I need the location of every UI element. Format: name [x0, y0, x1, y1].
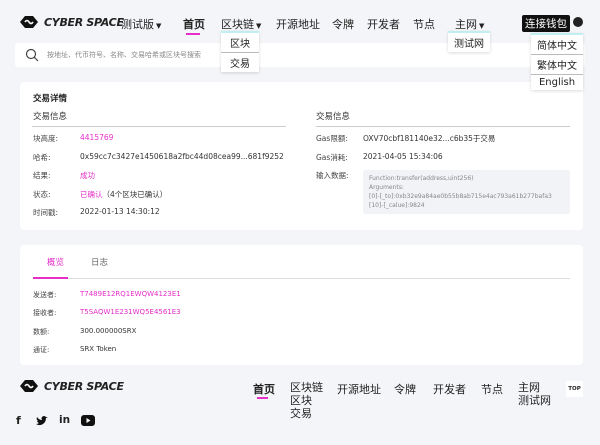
gas-limit-label: Gas限额: [316, 134, 348, 143]
sender-link[interactable]: T7489E12RQ1EWQW4123E1 [80, 290, 181, 298]
tab-indicator [33, 277, 68, 279]
nav-open-source[interactable]: 开源地址 [276, 16, 320, 32]
timestamp-value: 2022-01-13 14:30:12 [80, 207, 160, 216]
nav-mainnet[interactable]: 主网 ▼ [455, 16, 484, 32]
globe-icon[interactable] [573, 17, 583, 27]
footer-testnet-link[interactable]: 测试网 [518, 394, 551, 407]
menu-item-english[interactable]: English [531, 75, 583, 90]
footer-nav-open-source[interactable]: 开源地址 [337, 381, 381, 397]
token-label: 通证: [33, 346, 50, 354]
footer-nav-node[interactable]: 节点 [481, 381, 503, 397]
tab-logs[interactable]: 日志 [91, 256, 108, 268]
amount-value: 300.000000SRX [80, 327, 137, 335]
footer-blockchain-link[interactable]: 区块链 [290, 381, 323, 394]
footer-block-link[interactable]: 区块 [290, 394, 323, 407]
footer-nav-developer[interactable]: 开发者 [433, 381, 466, 397]
search-input[interactable]: 按地址、代币符号、名称、交易哈希或区块号搜索 [15, 43, 585, 67]
mainnet-dropdown: 测试网 [448, 31, 490, 52]
search-icon [25, 48, 39, 62]
block-height-link[interactable]: 4415769 [80, 133, 113, 142]
timestamp-label: 时间戳: [33, 208, 59, 217]
status-value: 已确认（4个区块已确认） [80, 190, 168, 199]
details-title: 交易详情 [33, 94, 68, 104]
input-data-label: 输入数据: [316, 171, 349, 180]
linkedin-icon[interactable]: in [59, 414, 70, 426]
hash-value: 0x59cc7c3427e1450618a2fbc44d08cea99...68… [80, 152, 284, 161]
input-data-box: Function:transfer(address,uint256) Argume… [363, 170, 570, 214]
twitter-icon[interactable] [36, 416, 48, 426]
receiver-label: 接收者: [33, 309, 57, 317]
right-heading: 交易信息 [316, 112, 351, 122]
nav-token[interactable]: 令牌 [332, 16, 354, 32]
result-value: 成功 [80, 171, 95, 180]
language-dropdown: 简体中文 繁体中文 English [531, 33, 583, 90]
status-label: 状态: [33, 190, 51, 199]
menu-item-testnet[interactable]: 测试网 [448, 33, 490, 52]
nav-home[interactable]: 首页 [183, 16, 205, 32]
footer-nav-mainnet: 主网 测试网 [518, 381, 551, 407]
footer-mainnet-link[interactable]: 主网 [518, 381, 551, 394]
footer-nav-blockchain: 区块链 区块 交易 [290, 381, 323, 420]
search-placeholder: 按地址、代币符号、名称、交易哈希或区块号搜索 [47, 51, 201, 59]
hash-label: 哈希: [33, 153, 51, 162]
blockchain-dropdown: 区块 交易 [221, 31, 259, 72]
nav-node[interactable]: 节点 [413, 16, 435, 32]
footer-nav-home[interactable]: 首页 [253, 381, 275, 397]
result-label: 结果: [33, 171, 51, 180]
footer-active-indicator [257, 397, 268, 399]
footer-logo[interactable]: CYBER SPACE [18, 378, 124, 394]
footer-nav-token[interactable]: 令牌 [394, 381, 416, 397]
gas-used-value: 2021-04-05 15:34:06 [363, 152, 443, 161]
block-height-label: 块高度: [33, 134, 59, 143]
version-select[interactable]: 测试版 ▼ [121, 16, 161, 32]
back-to-top-button[interactable]: TOP [566, 381, 583, 397]
receiver-link[interactable]: T5SAQW1E231WQ5E4561E3 [80, 308, 181, 316]
nav-blockchain[interactable]: 区块链 ▼ [221, 16, 261, 32]
logo-icon [20, 16, 38, 28]
nav-developer[interactable]: 开发者 [367, 16, 400, 32]
menu-item-simplified-chinese[interactable]: 简体中文 [531, 35, 583, 55]
connect-wallet-button[interactable]: 连接钱包 [522, 15, 570, 32]
menu-item-traditional-chinese[interactable]: 繁体中文 [531, 55, 583, 75]
sender-label: 发送者: [33, 291, 57, 299]
gas-limit-value: OXV70cbf181140e32...c6b35于交易 [363, 134, 496, 143]
logo-icon [20, 380, 38, 392]
footer-transaction-link[interactable]: 交易 [290, 407, 323, 420]
menu-item-transaction[interactable]: 交易 [221, 53, 259, 72]
active-indicator [186, 33, 200, 35]
tab-overview[interactable]: 概览 [47, 256, 64, 268]
gas-used-label: Gas消耗: [316, 153, 348, 162]
youtube-icon[interactable] [81, 415, 95, 426]
amount-label: 数额: [33, 328, 50, 336]
token-value: SRX Token [80, 345, 117, 353]
brand-logo[interactable]: CYBER SPACE [18, 14, 124, 30]
facebook-icon[interactable]: f [16, 414, 21, 427]
menu-item-block[interactable]: 区块 [221, 33, 259, 53]
left-heading: 交易信息 [33, 112, 68, 122]
